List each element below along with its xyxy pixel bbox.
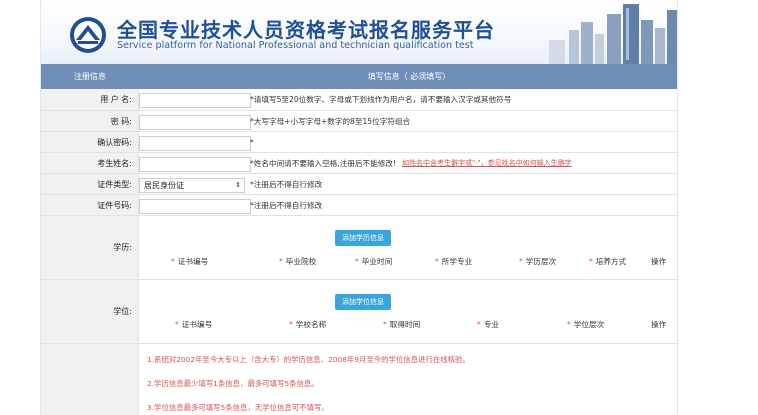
id-number-hint: *注册后不得自行修改 <box>250 200 323 210</box>
rare-character-help-link[interactable]: 如姓名中含考生僻字或"·"，参见姓名中如何输入生僻字 <box>402 158 572 168</box>
username-hint: *请填写5至20位数字、字母或下划线作为用户名，请不要输入汉字或其他符号 <box>250 95 512 104</box>
form-row-confirm-password: 确认密码: * <box>41 132 677 153</box>
site-subtitle: Service platform for National Profession… <box>117 40 474 51</box>
edu-col-level: * 学历层次 <box>519 257 557 266</box>
deg-col-school: * 学校名称 <box>289 320 327 329</box>
note-3: 3.学位信息最多可填写5条信息，无学位信息可不填写。 <box>147 403 329 412</box>
name-input[interactable] <box>139 157 251 172</box>
password-cell: *大写字母+小写字母+数字的8至15位字符组合 <box>139 111 677 131</box>
form-row-id-number: 证件号码: *注册后不得自行修改 <box>41 195 677 216</box>
password-input[interactable] <box>139 115 251 130</box>
site-header: 全国专业技术人员资格考试报名服务平台 Service platform for … <box>41 0 677 64</box>
deg-col-cert-number: * 证书编号 <box>175 320 213 329</box>
id-type-cell: 居民身份证 ⇕ *注册后不得自行修改 <box>139 174 677 194</box>
name-hint-wrapper: *姓名中间请不要输入空格,注册后不能修改! 如姓名中含考生僻字或"·"，参见姓名… <box>250 153 572 173</box>
notes-cell: 1.系统对2002年至今大专以上（含大专）的学历信息、2008年9月至今的学位信… <box>139 344 677 415</box>
section-header-bar: 注册信息 填写信息（ 必须填写） <box>41 64 677 89</box>
form-row-name: 考生姓名: *姓名中间请不要输入空格,注册后不能修改! 如姓名中含考生僻字或"·… <box>41 153 677 174</box>
form-row-password: 密 码: *大写字母+小写字母+数字的8至15位字符组合 <box>41 111 677 132</box>
username-cell: *请填写5至20位数字、字母或下划线作为用户名，请不要输入汉字或其他符号 <box>139 89 677 110</box>
deg-col-level: * 学位层次 <box>567 320 605 329</box>
deg-col-actions: 操作 <box>651 320 667 329</box>
password-label: 密 码: <box>41 111 139 131</box>
notes-label <box>41 344 139 415</box>
degree-label: 学位: <box>41 280 139 343</box>
confirm-password-input[interactable] <box>139 136 251 151</box>
add-education-button[interactable]: 添加学历信息 <box>335 230 391 246</box>
name-hint: *姓名中间请不要输入空格,注册后不能修改! <box>250 158 396 168</box>
form-row-education: 学历: 添加学历信息 * 证书编号 * 毕业院校 * 毕业时间 * 所学专业 * 学历层次… <box>41 216 677 280</box>
edu-col-actions: 操作 <box>651 257 667 266</box>
city-skyline-image <box>549 4 677 64</box>
form-row-id-type: 证件类型: 居民身份证 ⇕ *注册后不得自行修改 <box>41 174 677 195</box>
id-type-hint: *注册后不得自行修改 <box>250 179 323 189</box>
registration-sheet: 全国专业技术人员资格考试报名服务平台 Service platform for … <box>40 0 678 415</box>
edu-col-major: * 所学专业 <box>435 257 473 266</box>
site-title: 全国专业技术人员资格考试报名服务平台 <box>117 18 495 42</box>
id-type-label: 证件类型: <box>41 174 139 194</box>
id-type-selected-value: 居民身份证 <box>144 181 184 190</box>
degree-cell: 添加学位信息 * 证书编号 * 学校名称 * 取得时间 * 专业 * 学位层次 操作 <box>139 280 677 343</box>
edu-col-study-mode: * 培养方式 <box>589 257 627 266</box>
form-row-username: 用 户 名: *请填写5至20位数字、字母或下划线作为用户名，请不要输入汉字或其… <box>41 89 677 111</box>
note-2: 2.学历信息最少填写1条信息，最多可填写5条信息。 <box>147 379 319 388</box>
edu-col-grad-time: * 毕业时间 <box>355 257 393 266</box>
confirm-password-cell: * <box>139 132 677 152</box>
edu-col-cert-number: * 证书编号 <box>171 257 209 266</box>
confirm-password-hint: * <box>250 137 254 147</box>
id-type-select[interactable]: 居民身份证 ⇕ <box>139 178 245 193</box>
id-number-input[interactable] <box>139 199 251 214</box>
select-arrows-icon: ⇕ <box>235 181 241 189</box>
form-row-degree: 学位: 添加学位信息 * 证书编号 * 学校名称 * 取得时间 * 专业 * 学位层次 操… <box>41 280 677 344</box>
form-row-notes: 1.系统对2002年至今大专以上（含大专）的学历信息、2008年9月至今的学位信… <box>41 344 677 415</box>
page: 全国专业技术人员资格考试报名服务平台 Service platform for … <box>0 0 758 415</box>
password-hint: *大写字母+小写字母+数字的8至15位字符组合 <box>250 116 411 126</box>
education-label: 学历: <box>41 216 139 279</box>
deg-col-major: * 专业 <box>477 320 499 329</box>
add-degree-button[interactable]: 添加学位信息 <box>335 294 391 310</box>
id-number-label: 证件号码: <box>41 195 139 215</box>
username-label: 用 户 名: <box>41 89 139 110</box>
platform-logo-icon <box>70 17 106 53</box>
id-number-cell: *注册后不得自行修改 <box>139 195 677 215</box>
education-cell: 添加学历信息 * 证书编号 * 毕业院校 * 毕业时间 * 所学专业 * 学历层次 * 培养… <box>139 216 677 279</box>
deg-col-obtain-time: * 取得时间 <box>383 320 421 329</box>
confirm-password-label: 确认密码: <box>41 132 139 152</box>
name-label: 考生姓名: <box>41 153 139 173</box>
edu-col-school: * 毕业院校 <box>279 257 317 266</box>
section-label-register-info: 注册信息 <box>74 72 106 81</box>
username-input[interactable] <box>139 93 251 108</box>
note-1: 1.系统对2002年至今大专以上（含大专）的学历信息、2008年9月至今的学位信… <box>147 355 470 364</box>
name-cell: *姓名中间请不要输入空格,注册后不能修改! 如姓名中含考生僻字或"·"，参见姓名… <box>139 153 677 173</box>
section-label-fill-info: 填写信息（ 必须填写） <box>367 72 451 81</box>
